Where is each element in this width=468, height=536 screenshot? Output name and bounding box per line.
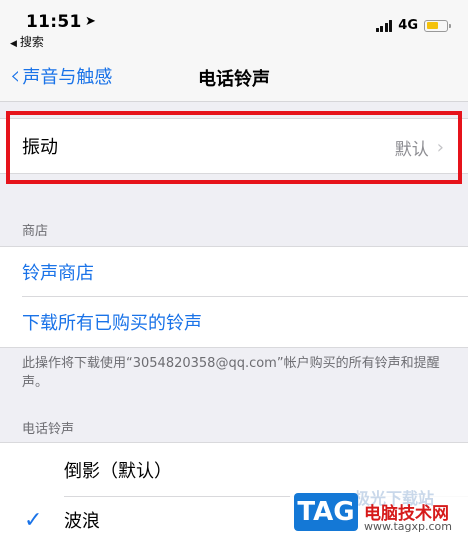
divider — [22, 296, 468, 297]
status-time: 11:51 — [26, 12, 82, 32]
navigation-bar: ‹ 声音与触感 电话铃声 — [0, 52, 468, 102]
download-purchased-link: 下载所有已购买的铃声 — [22, 312, 202, 334]
vibration-label: 振动 — [22, 137, 58, 158]
watermark-url: www.tagxp.com — [364, 520, 452, 533]
network-type: 4G — [398, 18, 418, 33]
store-footer-note: 此操作将下载使用“3054820358@qq.com”帐户购买的所有铃声和提醒声… — [22, 356, 440, 390]
signal-icon — [375, 19, 393, 32]
status-indicators: 4G — [375, 18, 451, 33]
back-to-app-link[interactable]: ◀ 搜索 — [10, 33, 44, 50]
download-purchased-row[interactable]: 下载所有已购买的铃声 — [0, 296, 468, 348]
status-bar: 11:51 ➤ ◀ 搜索 4G — [0, 0, 468, 52]
watermark-logo: TAG — [294, 493, 358, 531]
battery-icon — [424, 19, 451, 32]
vibration-row[interactable]: 振动 默认 › — [0, 118, 468, 174]
vibration-value-group: 默认 › — [395, 135, 444, 160]
back-app-label: 搜索 — [19, 35, 44, 49]
vibration-value: 默认 — [394, 140, 429, 160]
chevron-right-icon: › — [436, 137, 444, 158]
checkmark-icon: ✓ — [24, 508, 43, 533]
ringtone-store-row[interactable]: 铃声商店 — [0, 246, 468, 296]
page-title: 电话铃声 — [198, 69, 270, 90]
ringtone-section-header: 电话铃声 — [22, 422, 75, 437]
ringtone-store-link: 铃声商店 — [22, 262, 94, 284]
store-section-header: 商店 — [22, 224, 49, 239]
back-triangle-icon: ◀ — [10, 39, 17, 49]
watermark: 极光下载站 TAG 电脑技术网 www.tagxp.com — [290, 487, 468, 536]
ringtone-label: 倒影（默认） — [64, 460, 172, 482]
location-arrow-icon: ➤ — [85, 14, 96, 29]
ringtone-label: 波浪 — [64, 511, 100, 532]
